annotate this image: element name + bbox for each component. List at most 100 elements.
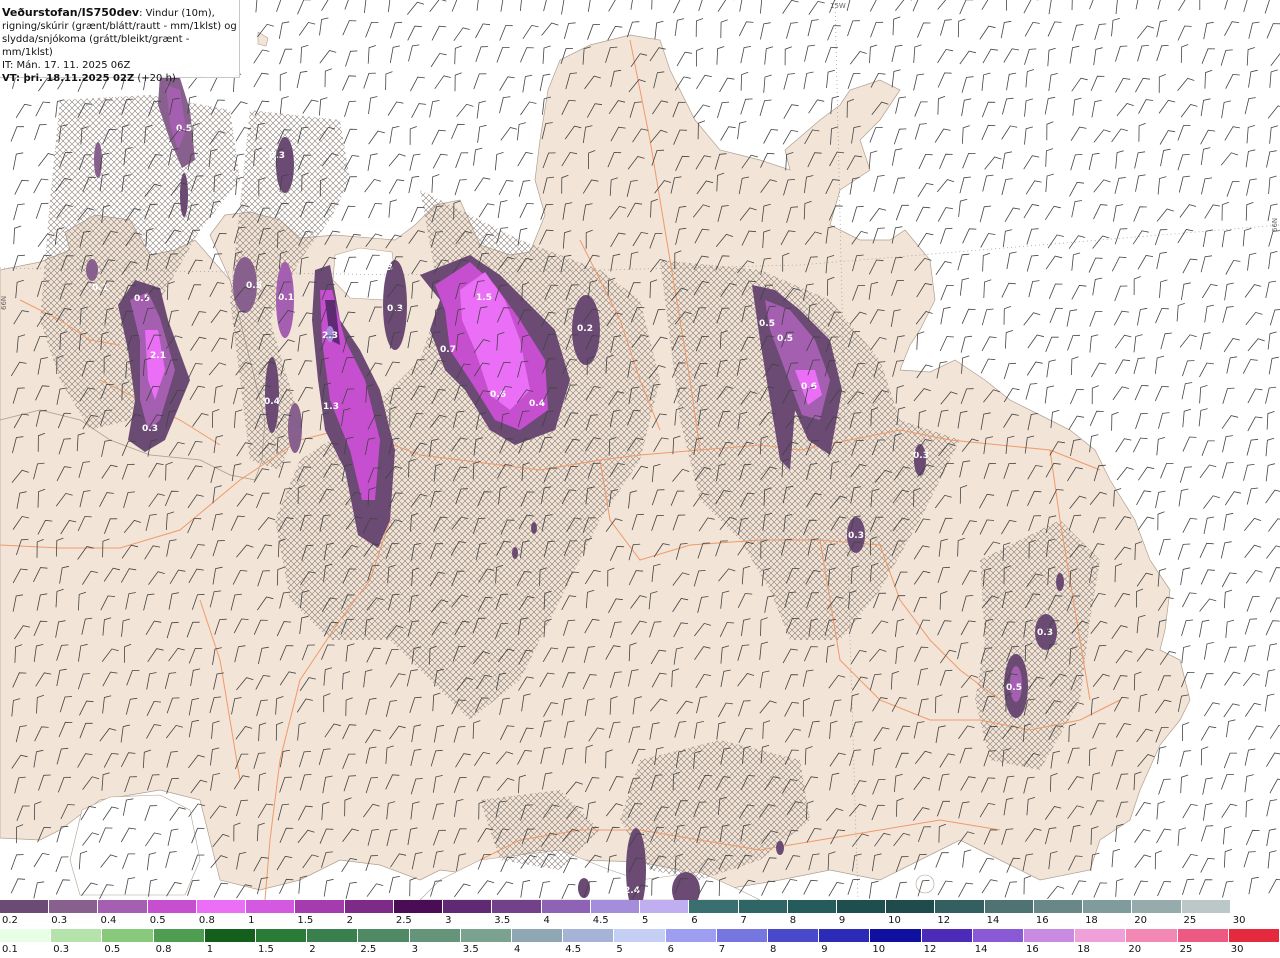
wind-barb (1133, 880, 1148, 896)
wind-barb (1071, 200, 1082, 218)
wind-barb (912, 0, 919, 12)
wind-barb (1266, 411, 1275, 430)
wind-barb (1270, 53, 1280, 67)
rain-scale-swatch (358, 929, 410, 942)
wind-barb (1113, 310, 1129, 326)
wind-barb (1112, 386, 1129, 401)
wind-barb (962, 125, 970, 144)
wind-barb (1265, 669, 1276, 687)
wind-barb (35, 202, 49, 219)
wind-barb (1244, 97, 1256, 115)
wind-barb (1224, 0, 1228, 10)
wind-barb (522, 24, 539, 40)
rain-scale-swatch (204, 929, 257, 942)
island-east (915, 874, 935, 894)
wind-barb (1177, 229, 1194, 244)
snow-scale-swatch (886, 900, 936, 913)
wind-barb (388, 876, 400, 894)
precip-value: 0.3 (1037, 628, 1053, 638)
wind-barb (1025, 383, 1038, 400)
wind-barb (1266, 828, 1277, 847)
wind-barb (1132, 230, 1149, 245)
wind-barb (1089, 0, 1094, 10)
precip-value: 0.2 (577, 324, 593, 334)
wind-barb (1247, 388, 1263, 404)
wind-barb (494, 152, 504, 171)
snow-scale-swatch (787, 900, 837, 913)
wind-barb (432, 153, 448, 169)
rain-scale-swatch (51, 929, 103, 942)
wind-barb (895, 96, 907, 114)
wind-barb (1044, 96, 1056, 115)
wind-barb (409, 126, 417, 145)
wind-barb (1224, 646, 1237, 663)
rain-scale-label: 5 (616, 944, 623, 955)
wind-barb (984, 156, 1002, 170)
snow-scale-label: 0.2 (2, 915, 18, 926)
wind-barb (1111, 411, 1119, 431)
wind-barb (1265, 620, 1280, 636)
wind-barb (1114, 228, 1128, 245)
wind-barb (939, 153, 953, 170)
rain-scale-swatch (819, 929, 871, 942)
rain-scale-label: 2.5 (360, 944, 377, 955)
precip-value: 0.5 (246, 281, 262, 291)
wind-barb (1003, 362, 1017, 380)
wind-barb (1242, 672, 1260, 687)
wind-barb (429, 100, 440, 118)
wind-barb (959, 176, 971, 194)
rain-scale-label: 8 (770, 944, 777, 955)
wind-barb (1246, 178, 1257, 196)
snow-scale-label: 25 (1183, 915, 1197, 926)
wind-barb (914, 101, 928, 117)
wind-barb (1070, 388, 1084, 405)
wind-barb (1093, 204, 1108, 220)
wind-barb (1178, 0, 1186, 12)
snow-scale-swatch (344, 900, 394, 913)
precip-value: 0.4 (529, 399, 545, 409)
wind-barb (1006, 72, 1017, 91)
wind-barb (1025, 69, 1035, 88)
wind-barb (1267, 850, 1277, 869)
wind-barb (1243, 464, 1255, 481)
snow-scale-label: 0.4 (100, 915, 117, 926)
wind-barb (1135, 77, 1151, 93)
wind-barb (364, 178, 382, 193)
wind-barb (1265, 437, 1275, 457)
wind-barb (367, 153, 378, 171)
wind-barb (1045, 336, 1059, 353)
wind-barb (1114, 285, 1128, 302)
wind-barb (15, 103, 32, 119)
weather-map[interactable]: 15W 66N 66N 0.5 0.1 0.5 2.1 0.3 0.5 0.1 … (0, 0, 1280, 900)
wind-barb (411, 103, 427, 118)
wind-barb (1156, 45, 1169, 62)
rain-color-scale (0, 929, 1280, 942)
wind-barb (364, 0, 367, 14)
snow-scale-label: 4.5 (592, 915, 609, 926)
wind-barb (1089, 410, 1104, 426)
wind-barb (1268, 878, 1280, 894)
wind-barb (1156, 20, 1168, 38)
wind-barb (1221, 803, 1238, 818)
wind-barb (1159, 130, 1176, 145)
wind-barb (1226, 719, 1236, 738)
wind-barb (453, 27, 470, 42)
rain-scale-label: 0.5 (104, 944, 121, 955)
wind-barb (1200, 857, 1215, 873)
wind-barb (1069, 181, 1085, 197)
wind-barb (846, 0, 851, 11)
wind-barb (720, 19, 728, 39)
wind-barb (763, 128, 779, 144)
snow-scale-label: 2 (346, 915, 353, 926)
wind-barb (1221, 229, 1232, 248)
wind-barb (541, 22, 559, 36)
wind-barb (1157, 176, 1167, 195)
wind-barb (1133, 357, 1146, 375)
wind-barb (959, 277, 970, 296)
snow-scale-swatch (590, 900, 641, 913)
wind-barb (1023, 204, 1040, 219)
wind-barb (1049, 307, 1064, 324)
snow-scale-label: 3 (445, 915, 452, 926)
wind-barb (1088, 257, 1103, 273)
wind-barb (1243, 517, 1262, 532)
